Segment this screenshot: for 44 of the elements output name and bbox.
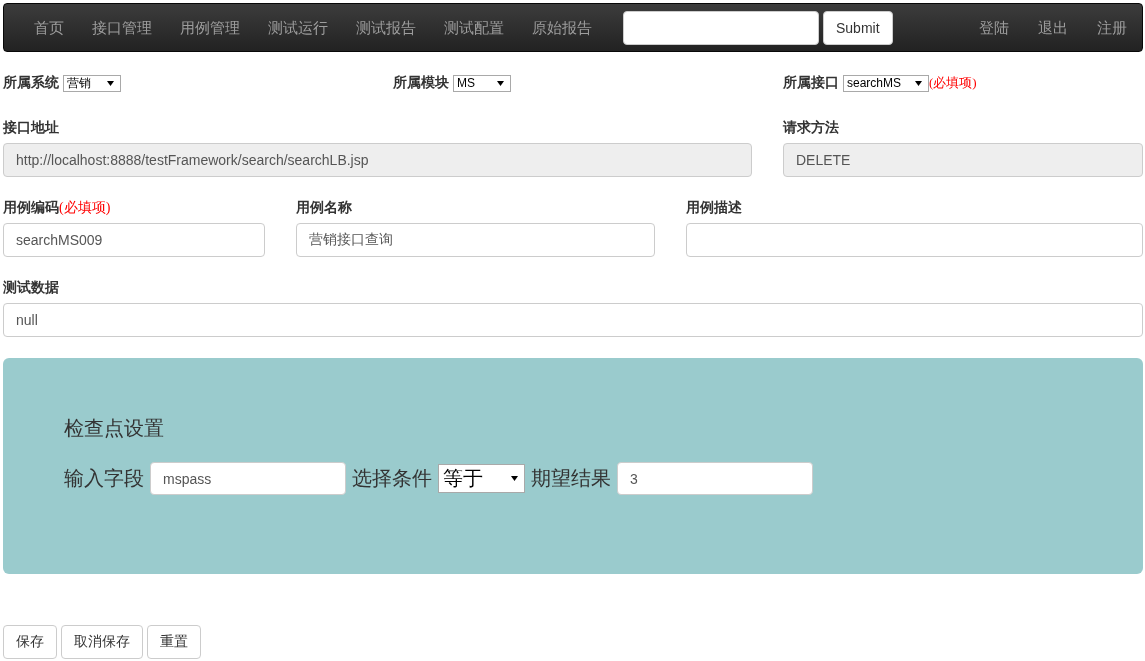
field-label: 测试数据 — [3, 279, 59, 297]
field-label: 所属系统 — [3, 74, 59, 92]
text-field[interactable]: mspass — [150, 462, 346, 495]
field-label: 期望结果 — [531, 466, 611, 491]
dropdown[interactable]: 等于 — [438, 464, 525, 493]
field-label: 请求方法 — [783, 119, 839, 137]
nav-link[interactable]: 测试配置 — [430, 17, 518, 38]
text-field[interactable]: searchMS009 — [3, 223, 265, 257]
action-button[interactable]: 重置 — [147, 625, 201, 659]
dropdown[interactable]: 营销 — [63, 74, 121, 92]
nav-link[interactable]: 测试运行 — [254, 17, 342, 38]
submit-button[interactable]: Submit — [823, 10, 893, 45]
required-note: (必填项) — [59, 199, 111, 217]
text-field[interactable]: 营销接口查询 — [296, 223, 655, 257]
text-field[interactable]: 3 — [617, 462, 813, 495]
text-field[interactable]: null — [3, 303, 1143, 337]
field-label: 用例编码 — [3, 199, 59, 217]
panel-title: 检查点设置 — [64, 416, 165, 441]
caret-icon — [107, 80, 114, 86]
action-button[interactable]: 保存 — [3, 625, 57, 659]
search-field[interactable] — [623, 10, 819, 45]
field-label: 接口地址 — [3, 119, 59, 137]
nav-link[interactable]: 测试报告 — [342, 17, 430, 38]
field-label: 用例名称 — [296, 199, 352, 217]
field-label: 用例描述 — [686, 199, 742, 217]
dropdown[interactable]: searchMS — [843, 74, 929, 92]
field-label: 所属模块 — [393, 74, 449, 92]
nav-link[interactable]: 用例管理 — [166, 17, 254, 38]
field-label: 输入字段 — [64, 466, 144, 491]
field-label: 选择条件 — [352, 466, 432, 491]
nav-link[interactable]: 注册 — [1068, 17, 1127, 38]
nav-link[interactable]: 退出 — [1009, 17, 1068, 38]
action-button[interactable]: 取消保存 — [61, 625, 143, 659]
caret-icon — [915, 80, 922, 86]
text-field[interactable] — [686, 223, 1143, 257]
nav-link[interactable]: 首页 — [19, 17, 78, 38]
nav-link[interactable]: 接口管理 — [78, 17, 166, 38]
dropdown[interactable]: MS — [453, 74, 511, 92]
caret-icon — [497, 80, 504, 86]
nav-link[interactable]: 原始报告 — [518, 17, 606, 38]
nav-link[interactable]: 登陆 — [950, 17, 1009, 38]
caret-icon — [511, 476, 518, 481]
required-note: (必填项) — [929, 74, 977, 92]
field-label: 所属接口 — [783, 74, 839, 92]
